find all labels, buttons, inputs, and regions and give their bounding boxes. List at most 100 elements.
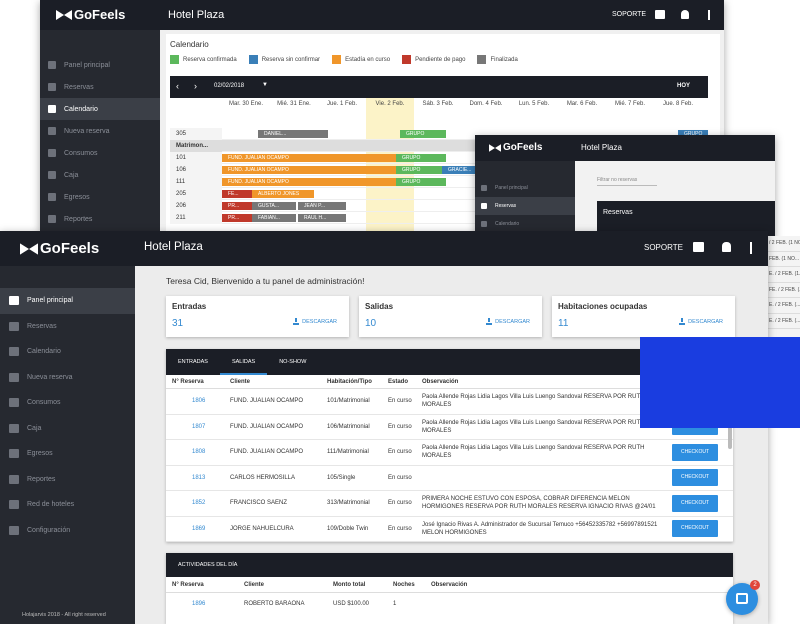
sidebar-item-label: Nueva reserva	[27, 373, 73, 381]
download-button[interactable]: DESCARGAR	[679, 318, 723, 325]
sidebar-item-caja[interactable]: Caja	[0, 416, 135, 442]
checkout-button[interactable]: CHECKOUT	[672, 469, 718, 487]
table-row: 1813 CARLOS HERMOSILLA 105/Single En cur…	[166, 466, 733, 491]
reservas-icon	[481, 203, 487, 209]
booking-bar[interactable]: GRUPO	[400, 130, 446, 138]
sidebar-item-reportes[interactable]: Reportes	[40, 208, 160, 230]
booking-bar[interactable]: FUND. JUALIAN OCAMPO	[222, 166, 398, 174]
room-cell: 313/Matrimonial	[327, 500, 370, 507]
gofeels-logo[interactable]: GoFeels	[20, 240, 99, 257]
sidebar-item-caja[interactable]: Caja	[40, 164, 160, 186]
checkout-button[interactable]: CHECKOUT	[672, 520, 718, 538]
reservation-link[interactable]: 1852	[166, 500, 230, 506]
day-header: Sáb. 3 Feb.	[422, 101, 454, 107]
booking-bar[interactable]: DANIEL...	[258, 130, 328, 138]
download-button[interactable]: DESCARGAR	[293, 318, 337, 325]
chat-icon[interactable]	[693, 242, 704, 252]
sidebar-item-nueva-reserva[interactable]: Nueva reserva	[40, 120, 160, 142]
sidebar-item-red-hoteles[interactable]: Red de hoteles	[0, 492, 135, 518]
sidebar-item-reportes[interactable]: Reportes	[0, 467, 135, 493]
tab-entradas[interactable]: ENTRADAS	[166, 349, 220, 375]
booking-bar[interactable]: GRUPO	[396, 154, 446, 162]
more-vert-icon[interactable]	[708, 10, 710, 20]
checkout-button[interactable]: CHECKOUT	[672, 443, 718, 461]
list-item[interactable]: E. / 2 FEB. (...	[768, 314, 800, 329]
nights-cell: 1	[393, 601, 397, 607]
reservation-link[interactable]: 1806	[166, 398, 230, 404]
sidebar-item-panel[interactable]: Panel principal	[475, 179, 575, 197]
sidebar-item-panel[interactable]: Panel principal	[0, 288, 135, 314]
download-button[interactable]: DESCARGAR	[486, 318, 530, 325]
consumos-icon	[48, 149, 56, 157]
booking-bar[interactable]: FE...	[222, 190, 254, 198]
booking-bar[interactable]: GUSTA...	[252, 202, 296, 210]
list-item[interactable]: FE. / 2 FEB. (...	[768, 283, 800, 298]
sidebar-item-calendario[interactable]: Calendario	[0, 339, 135, 365]
overlay-block	[640, 337, 800, 428]
sidebar-item-reservas[interactable]: Reservas	[40, 76, 160, 98]
column-header: Observación	[431, 581, 468, 588]
booking-bar[interactable]: GRUPO	[396, 166, 446, 174]
search-input[interactable]: Filtrar no reservas	[597, 177, 657, 186]
download-icon	[679, 318, 686, 325]
list-item[interactable]: E. / 2 FEB. (1...	[768, 267, 800, 283]
reservation-link[interactable]: 1869	[166, 526, 230, 532]
column-header: Habitación/Tipo	[327, 378, 372, 385]
reservation-link[interactable]: 1807	[166, 424, 230, 430]
chat-icon[interactable]	[655, 10, 665, 19]
sidebar-item-egresos[interactable]: Egresos	[0, 441, 135, 467]
sidebar-item-reservas[interactable]: Reservas	[0, 314, 135, 340]
soporte-link[interactable]: SOPORTE	[644, 243, 683, 252]
stat-value: 11	[558, 318, 569, 329]
reservas-card-title: Reservas	[603, 209, 633, 216]
reservation-link[interactable]: 1813	[166, 475, 230, 481]
hoy-button[interactable]: HOY	[677, 83, 690, 89]
bell-icon[interactable]	[722, 242, 731, 252]
booking-bar[interactable]: ALBERTO JONES	[252, 190, 314, 198]
sidebar-item-nueva-reserva[interactable]: Nueva reserva	[0, 365, 135, 391]
day-header: Lun. 5 Feb.	[518, 101, 550, 107]
sidebar-item-reservas[interactable]: Reservas	[475, 197, 575, 215]
sidebar-item-label: Reportes	[64, 215, 93, 223]
booking-bar[interactable]: FUND. JUALIAN OCAMPO	[222, 154, 398, 162]
list-item[interactable]: FEB. (1 NO...	[768, 252, 800, 267]
list-item[interactable]: / 2 FEB. (1 NOCHE)	[768, 236, 800, 252]
soporte-link[interactable]: SOPORTE	[612, 11, 646, 18]
sidebar-item-configuracion[interactable]: Configuración	[0, 518, 135, 544]
sidebar-item-label: Panel principal	[64, 61, 110, 69]
checkout-button[interactable]: CHECKOUT	[672, 494, 718, 512]
booking-bar[interactable]: PR...	[222, 202, 254, 210]
booking-bar[interactable]: GRUPO	[396, 178, 446, 186]
bell-icon[interactable]	[681, 10, 689, 19]
day-header: Mar. 30 Ene.	[228, 101, 264, 107]
tab-no-show[interactable]: NO-SHOW	[267, 349, 318, 375]
reservation-link[interactable]: 1896	[166, 601, 244, 607]
room-cell: 105/Single	[327, 474, 356, 481]
calendar-icon	[481, 221, 487, 227]
day-header: Mar. 6 Feb.	[566, 101, 598, 107]
sidebar-item-panel[interactable]: Panel principal	[40, 54, 160, 76]
dropdown-icon[interactable]: ▼	[262, 82, 268, 88]
booking-bar[interactable]: FABIAN...	[252, 214, 296, 222]
booking-bar[interactable]: FUND. JUALIAN OCAMPO	[222, 178, 398, 186]
stat-label: Habitaciones ocupadas	[558, 302, 648, 311]
footer-copyright: Holajarvis 2018 - All right reserved	[22, 612, 106, 618]
sidebar-item-consumos[interactable]: Consumos	[40, 142, 160, 164]
sidebar-item-calendario[interactable]: Calendario	[40, 98, 160, 120]
sidebar-item-consumos[interactable]: Consumos	[0, 390, 135, 416]
booking-bar[interactable]: JEAN P...	[298, 202, 346, 210]
gofeels-logo[interactable]: GoFeels	[56, 7, 125, 22]
sidebar-item-label: Consumos	[27, 399, 61, 407]
booking-bar[interactable]: PR...	[222, 214, 254, 222]
stat-card-salidas: Salidas 10 DESCARGAR	[359, 296, 542, 337]
reservation-link[interactable]: 1808	[166, 449, 230, 455]
sidebar-item-egresos[interactable]: Egresos	[40, 186, 160, 208]
chevron-left-icon[interactable]: ‹	[176, 81, 179, 91]
date-picker[interactable]: 02/02/2018	[214, 83, 244, 89]
more-vert-icon[interactable]	[750, 242, 752, 254]
gofeels-logo[interactable]: GoFeels	[489, 142, 542, 153]
booking-bar[interactable]: RAUL H...	[298, 214, 346, 222]
tab-salidas[interactable]: SALIDAS	[219, 349, 268, 375]
chevron-right-icon[interactable]: ›	[194, 81, 197, 91]
list-item[interactable]: E. / 2 FEB. (...	[768, 298, 800, 314]
